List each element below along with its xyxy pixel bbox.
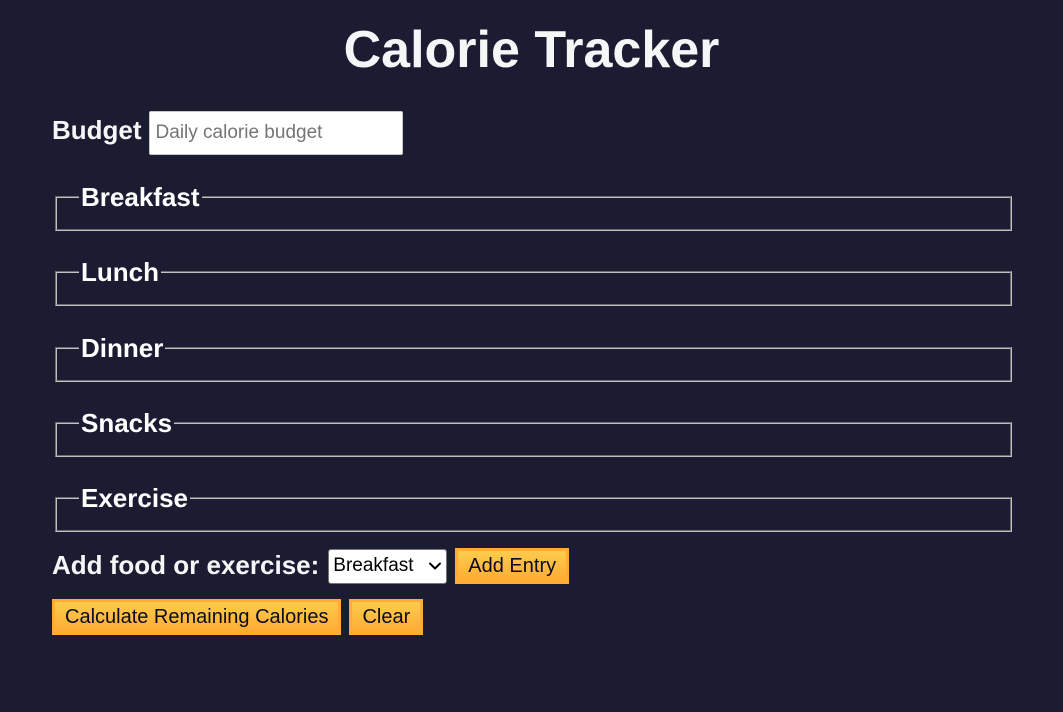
calculate-remaining-calories-button[interactable]: Calculate Remaining Calories	[52, 599, 342, 635]
exercise-legend: Exercise	[81, 483, 188, 513]
dinner-fieldset: Dinner	[55, 335, 1012, 382]
chevron-down-icon	[429, 562, 442, 570]
add-entry-row: Add food or exercise: Breakfast Add Entr…	[52, 548, 570, 584]
breakfast-legend: Breakfast	[81, 182, 200, 212]
dinner-legend: Dinner	[81, 333, 164, 363]
actions-row: Calculate Remaining Calories Clear	[52, 599, 431, 635]
lunch-legend: Lunch	[81, 257, 159, 287]
entry-type-dropdown[interactable]: Breakfast	[328, 548, 448, 584]
budget-input[interactable]	[148, 111, 403, 155]
clear-button[interactable]: Clear	[349, 599, 424, 635]
add-entry-button[interactable]: Add Entry	[455, 548, 570, 584]
add-entry-label: Add food or exercise:	[52, 549, 320, 580]
page-title: Calorie Tracker	[343, 21, 720, 79]
snacks-fieldset: Snacks	[55, 410, 1012, 457]
entry-type-selected: Breakfast	[333, 555, 414, 576]
lunch-fieldset: Lunch	[55, 259, 1012, 306]
exercise-fieldset: Exercise	[55, 485, 1012, 532]
budget-label: Budget	[52, 114, 142, 145]
budget-row: Budget	[52, 111, 403, 155]
breakfast-fieldset: Breakfast	[55, 184, 1012, 231]
snacks-legend: Snacks	[81, 408, 173, 438]
